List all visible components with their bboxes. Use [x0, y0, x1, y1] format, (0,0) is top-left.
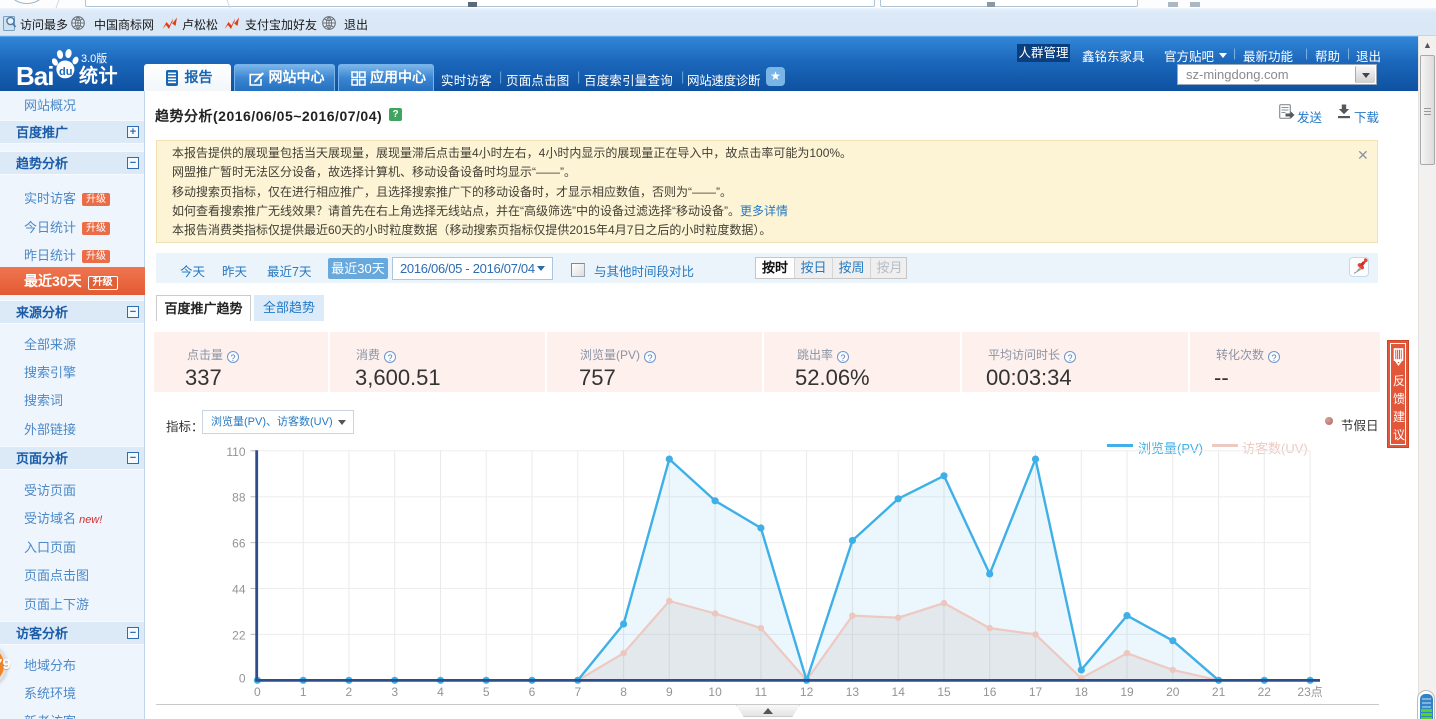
- svg-text:1: 1: [300, 685, 307, 699]
- svg-text:15: 15: [937, 685, 951, 699]
- svg-text:0: 0: [254, 685, 261, 699]
- svg-text:21: 21: [1212, 685, 1226, 699]
- svg-text:13: 13: [846, 685, 860, 699]
- svg-text:23点: 23点: [1297, 685, 1322, 699]
- svg-text:9: 9: [666, 685, 673, 699]
- svg-text:0: 0: [239, 671, 246, 685]
- svg-text:110: 110: [226, 445, 245, 459]
- svg-text:4: 4: [437, 685, 444, 699]
- svg-text:11: 11: [755, 685, 768, 699]
- svg-text:8: 8: [620, 685, 627, 699]
- svg-text:66: 66: [232, 537, 246, 551]
- svg-text:16: 16: [983, 685, 997, 699]
- svg-text:12: 12: [800, 685, 814, 699]
- svg-text:22: 22: [1258, 685, 1272, 699]
- svg-text:17: 17: [1029, 685, 1043, 699]
- svg-text:22: 22: [232, 628, 246, 642]
- svg-text:3: 3: [391, 685, 398, 699]
- svg-text:14: 14: [892, 685, 906, 699]
- svg-text:du: du: [59, 66, 72, 78]
- svg-text:2: 2: [346, 685, 353, 699]
- svg-text:44: 44: [232, 583, 246, 597]
- svg-text:19: 19: [1120, 685, 1134, 699]
- svg-text:5: 5: [483, 685, 490, 699]
- svg-text:10: 10: [708, 685, 722, 699]
- svg-text:20: 20: [1166, 685, 1180, 699]
- svg-text:18: 18: [1075, 685, 1089, 699]
- svg-text:88: 88: [232, 491, 246, 505]
- svg-text:7: 7: [574, 685, 581, 699]
- svg-text:6: 6: [529, 685, 536, 699]
